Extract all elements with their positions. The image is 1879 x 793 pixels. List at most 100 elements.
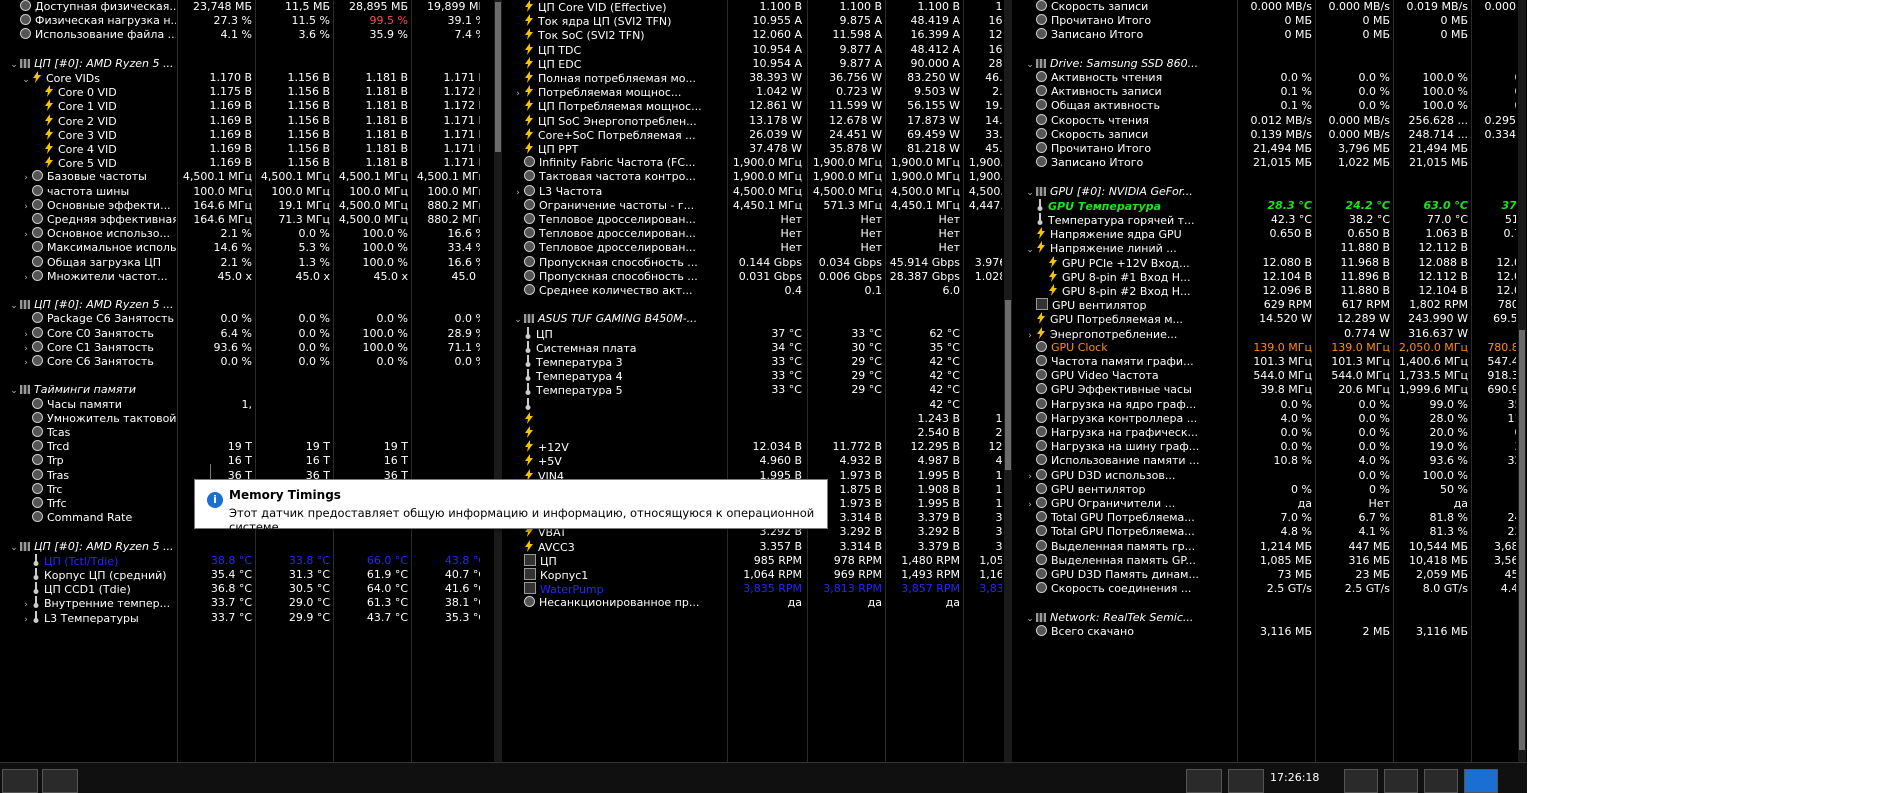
- collapse-button[interactable]: [42, 769, 78, 793]
- sensor-row[interactable]: Скорость чтения 0.012 MB/s 0.000 MB/s 256.6…: [1024, 113, 1516, 128]
- sensor-row[interactable]: › Энергопотребление... 0.774 W 316.637 W: [1024, 326, 1516, 341]
- sensor-row[interactable]: GPU Video Частота 544.0 МГц 544.0 МГц 1,733…: [1024, 369, 1516, 383]
- sensor-row[interactable]: Среднее количество акт...0.40.16.01.7: [512, 284, 1002, 298]
- sensor-group-row[interactable]: ⌄ ЦП [#0]: AMD Ryzen 5 ...: [0, 539, 480, 555]
- sensor-row[interactable]: Прочитано Итого 0 МБ 0 МБ 0 МБ: [1024, 14, 1516, 28]
- scrollbar-panel-2[interactable]: [1004, 0, 1012, 762]
- sensor-row[interactable]: Записано Итого 21,015 МБ 1,022 МБ 21,015 МБ: [1024, 156, 1516, 170]
- sensor-row[interactable]: Использование памяти ... 10.8 % 4.0 % 93.6 …: [1024, 454, 1516, 468]
- sensor-panel-1[interactable]: Доступная физическая... 23,748 МБ 11,5 МБ 2…: [0, 0, 480, 762]
- expand-toggle-icon[interactable]: ⌄: [1024, 58, 1036, 72]
- sensor-row[interactable]: Core 4 VID1.169 В1.156 В1.181 В1.171 В: [0, 142, 480, 156]
- sensor-row[interactable]: Температура 533 °C29 °C42 °C34 °C: [512, 383, 1002, 397]
- sensor-row[interactable]: Записано Итого 0 МБ 0 МБ 0 МБ: [1024, 28, 1516, 42]
- sensor-row[interactable]: GPU Clock 139.0 МГц 139.0 МГц 2,050.0 МГц 78…: [1024, 340, 1516, 355]
- sensor-row[interactable]: Core 3 VID1.169 В1.156 В1.181 В1.171 В: [0, 127, 480, 142]
- sensor-row[interactable]: GPU вентилятор 629 RPM 617 RPM 1,802 RPM 780…: [1024, 298, 1516, 312]
- sensor-row[interactable]: GPU Температура28.3 °C24.2 °C63.0 °C37.0…: [1024, 198, 1516, 213]
- sensor-row[interactable]: › L3 Температуры 33.7 °C 29.9 °C 43.7 °C 35.3…: [0, 610, 480, 627]
- gear-icon[interactable]: [1424, 769, 1458, 793]
- sensor-row[interactable]: › Core C1 Занятость 93.6 % 0.0 % 100.0 % 71.1…: [0, 340, 480, 355]
- sensor-row[interactable]: Скорость записи 0.139 MB/s 0.000 MB/s 248.7…: [1024, 127, 1516, 142]
- sensor-row[interactable]: GPU Потребляемая м... 14.520 W 12.289 W 243…: [1024, 312, 1516, 326]
- sensor-row[interactable]: Tcas: [0, 426, 480, 440]
- sensor-panel-2[interactable]: ЦП Core VID (Effective) 1.100 В 1.100 В 1.1…: [512, 0, 1002, 762]
- sensor-group-row[interactable]: ⌄ Drive: Samsung SSD 860...: [1024, 56, 1516, 72]
- sensor-row[interactable]: ЦП985 RPM978 RPM1,480 RPM1,054 RPM: [512, 553, 1002, 568]
- sensor-row[interactable]: Максимальное использ...14.6 %5.3 %100.0 …: [0, 241, 480, 255]
- sensor-row[interactable]: › L3 Частота 4,500.0 МГц 4,500.0 МГц 4,500.0…: [512, 184, 1002, 200]
- sensor-row[interactable]: Системная плата34 °C30 °C35 °C35 °C: [512, 340, 1002, 355]
- sensor-row[interactable]: Package C6 Занятость0.0 %0.0 %0.0 %0.0 %: [0, 312, 480, 326]
- sensor-row[interactable]: Тепловое дросселирован... Нет Нет Нет: [512, 241, 1002, 255]
- sensor-row[interactable]: Часы памяти 1,: [0, 397, 480, 412]
- sensor-row[interactable]: ЦП TDC10.954 A9.877 A48.412 A16.750 A: [512, 42, 1002, 57]
- report-icon[interactable]: [1384, 769, 1418, 793]
- sensor-row[interactable]: Total GPU Потребляема... 7.0 % 6.7 % 81.8 %…: [1024, 511, 1516, 525]
- sensor-row[interactable]: Использование файла ... 4.1 % 3.6 % 35.9 % 7…: [0, 28, 480, 42]
- scrollbar-panel-3[interactable]: [1518, 0, 1526, 762]
- expand-toggle-icon[interactable]: ⌄: [512, 313, 524, 327]
- expand-toggle-icon[interactable]: ⌄: [1024, 186, 1036, 200]
- network-icon-2[interactable]: [1228, 769, 1264, 793]
- expand-toggle-icon[interactable]: ›: [20, 613, 32, 627]
- sensor-row[interactable]: Core+SoC Потребляемая ... 26.039 W 24.451 …: [512, 127, 1002, 142]
- sensor-row[interactable]: Корпус ЦП (средний) 35.4 °C 31.3 °C 61.9 °C…: [0, 568, 480, 582]
- sensor-row[interactable]: GPU D3D Память динам... 73 МБ 23 МБ 2,059 М…: [1024, 568, 1516, 582]
- sensor-row[interactable]: Core 1 VID1.169 В1.156 В1.181 В1.172 В: [0, 99, 480, 113]
- sensor-row[interactable]: Умножитель тактовой ...: [0, 411, 480, 426]
- expand-button[interactable]: [2, 769, 38, 793]
- expand-toggle-icon[interactable]: ⌄: [8, 299, 20, 313]
- sensor-row[interactable]: Trcd 19 T 19 T 19 T: [0, 440, 480, 454]
- sensor-row[interactable]: Тактовая частота контро... 1,900.0 МГц 1,9…: [512, 170, 1002, 184]
- sensor-row[interactable]: Тепловое дросселирован... Нет Нет Нет: [512, 227, 1002, 241]
- sensor-row[interactable]: ЦП EDC10.954 A9.877 A90.000 A28.784 A: [512, 56, 1002, 71]
- sensor-row[interactable]: Температура горячей т... 42.3 °C 38.2 °C 77…: [1024, 213, 1516, 227]
- sensor-row[interactable]: Общая активность0.1 %0.0 %100.0 %0.5 %: [1024, 99, 1516, 113]
- sensor-row[interactable]: › Потребляемая мощнос... 1.042 W 0.723 W 9.5…: [512, 85, 1002, 99]
- sensor-group-row[interactable]: ⌄ ЦП [#0]: AMD Ryzen 5 ...: [0, 298, 480, 313]
- sensor-row[interactable]: ⌄Core VIDs1.170 В1.156 В1.181 В1.171 В: [0, 71, 480, 85]
- expand-toggle-icon[interactable]: ›: [20, 171, 32, 185]
- sensor-group-row[interactable]: ⌄ ЦП [#0]: AMD Ryzen 5 ...: [0, 56, 480, 71]
- sensor-row[interactable]: › Базовые частоты 4,500.1 МГц 4,500.1 МГц 4,…: [0, 170, 480, 184]
- sensor-row[interactable]: ›GPU Ограничители ...даНетдада: [1024, 497, 1516, 511]
- sensor-row[interactable]: Общая загрузка ЦП2.1 %1.3 %100.0 %16.6 %: [0, 255, 480, 270]
- sensor-row[interactable]: Core 2 VID1.169 В1.156 В1.181 В1.171 В: [0, 113, 480, 128]
- sensor-row[interactable]: WaterPump 3,835 RPM 3,813 RPM 3,857 RPM 3,83…: [512, 582, 1002, 596]
- expand-toggle-icon[interactable]: ⌄: [8, 541, 20, 555]
- sensor-row[interactable]: Активность записи0.1 %0.0 %100.0 %0.2 %: [1024, 85, 1516, 99]
- sensor-group-row[interactable]: ⌄ Network: RealTek Semic...: [1024, 610, 1516, 625]
- sensor-row[interactable]: Прочитано Итого 21,494 МБ 3,796 МБ 21,494 М…: [1024, 142, 1516, 156]
- expand-toggle-icon[interactable]: ›: [20, 228, 32, 242]
- sensor-row[interactable]: ›Core C6 Занятость0.0 %0.0 %0.0 %0.0 %: [0, 355, 480, 369]
- expand-toggle-icon[interactable]: ›: [20, 271, 32, 285]
- sensor-row[interactable]: › Основное использо... 2.1 % 0.0 % 100.0 % 16…: [0, 227, 480, 241]
- sensor-row[interactable]: › GPU D3D использов... 0.0 % 100.0 %: [1024, 468, 1516, 483]
- expand-toggle-icon[interactable]: ›: [20, 356, 32, 370]
- expand-toggle-icon[interactable]: ⌄: [8, 384, 20, 398]
- sensor-row[interactable]: частота шины 100.0 МГц 100.0 МГц 100.0 МГц 1…: [0, 184, 480, 199]
- stopwatch-icon[interactable]: [1344, 769, 1378, 793]
- sensor-row[interactable]: ЦП PPT37.478 W35.878 W81.218 W45.664 W: [512, 142, 1002, 156]
- sensor-row[interactable]: Пропускная способность ... 0.144 Gbps 0.03…: [512, 255, 1002, 270]
- sensor-row[interactable]: Нагрузка на графическ... 0.0 % 0.0 % 20.0 %…: [1024, 426, 1516, 440]
- expand-toggle-icon[interactable]: ›: [1024, 498, 1036, 512]
- sensor-row[interactable]: GPU 8-pin #2 Вход Н... 12.096 В 11.880 В 12…: [1024, 284, 1516, 298]
- sensor-row[interactable]: Ток ядра ЦП (SVI2 TFN) 10.955 A 9.875 A 48.…: [512, 14, 1002, 28]
- sensor-row[interactable]: Несанкционированное пр... да да да: [512, 596, 1002, 610]
- sensor-panel-3[interactable]: Скорость записи 0.000 MB/s 0.000 MB/s 0.019…: [1024, 0, 1516, 762]
- sensor-row[interactable]: GPU Эффективные часы 39.8 МГц 20.6 МГц 1,99…: [1024, 383, 1516, 397]
- sensor-row[interactable]: Ток SoC (SVI2 TFN) 12.060 A 11.598 A 16.399…: [512, 28, 1002, 42]
- sensor-row[interactable]: +5V4.960 В4.932 В4.987 В4.961 В: [512, 454, 1002, 468]
- scrollbar-panel-1[interactable]: [494, 0, 502, 762]
- sensor-row[interactable]: Пропускная способность ... 0.031 Gbps 0.00…: [512, 269, 1002, 284]
- sensor-row[interactable]: Infinity Fabric Частота (FC... 1,900.0 МГ…: [512, 156, 1002, 170]
- sensor-row[interactable]: ЦП Потребляемая мощнос... 12.861 W 11.599 …: [512, 99, 1002, 113]
- sensor-row[interactable]: Средняя эффективная ...164.6 МГц71.3 МГц…: [0, 213, 480, 227]
- sensor-row[interactable]: Напряжение ядра GPU 0.650 В 0.650 В 1.063 В…: [1024, 227, 1516, 241]
- sensor-row[interactable]: Выделенная память GP... 1,085 МБ 316 МБ 10,…: [1024, 553, 1516, 568]
- sensor-row[interactable]: Total GPU Потребляема... 4.8 % 4.1 % 81.3 %…: [1024, 525, 1516, 539]
- expand-toggle-icon[interactable]: ›: [512, 186, 524, 200]
- sensor-group-row[interactable]: ⌄ Тайминги памяти: [0, 383, 480, 398]
